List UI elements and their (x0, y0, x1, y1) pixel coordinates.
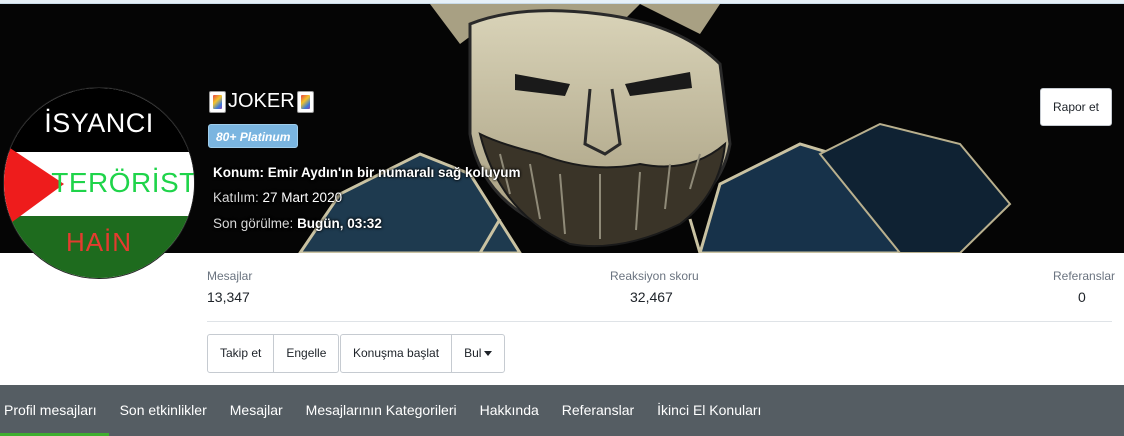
username-text: JOKER (228, 90, 295, 112)
tab-about[interactable]: Hakkında (480, 385, 539, 436)
joined-label: Katılım: (213, 190, 259, 205)
joker-card-icon (209, 90, 226, 113)
conversation-find-group: Konuşma başlat Bul (340, 334, 506, 373)
stat-references-label: Referanslar (1053, 269, 1116, 283)
caret-down-icon (484, 351, 493, 357)
tab-references[interactable]: Referanslar (562, 385, 634, 436)
follow-block-group: Takip et Engelle (207, 334, 340, 373)
last-seen-value: Bugün, 03:32 (297, 216, 382, 231)
joined-value: 27 Mart 2020 (262, 190, 343, 205)
find-dropdown-button[interactable]: Bul (451, 335, 504, 372)
avatar-text-line2: TERÖRİST (51, 167, 195, 198)
stat-references-value[interactable]: 0 (1078, 289, 1086, 305)
find-label: Bul (464, 346, 482, 360)
stat-reaction-label: Reaksiyon skoru (610, 269, 699, 283)
tab-profile-posts[interactable]: Profil mesajları (0, 385, 109, 436)
report-button[interactable]: Rapor et (1040, 88, 1112, 126)
location-label: Konum: (213, 165, 264, 180)
tab-message-categories[interactable]: Mesajlarının Kategorileri (306, 385, 457, 436)
user-title-badge: 80+ Platinum (208, 124, 299, 148)
avatar[interactable]: İSYANCI TERÖRİST HAİN (3, 87, 195, 279)
start-conversation-button[interactable]: Konuşma başlat (341, 335, 451, 372)
username: JOKER (209, 90, 314, 113)
avatar-text-line3: HAİN (65, 227, 133, 257)
tab-latest-activity[interactable]: Son etkinlikler (120, 385, 207, 436)
last-seen-line: Son görülme: Bugün, 03:32 (213, 216, 382, 231)
block-button[interactable]: Engelle (273, 335, 338, 372)
location-line: Konum: Emir Aydın'ın bir numaralı sağ ko… (213, 165, 521, 180)
profile-tabs: Profil mesajları Son etkinlikler Mesajla… (0, 385, 1124, 436)
joined-line: Katılım: 27 Mart 2020 (213, 190, 342, 205)
stats-divider (207, 321, 1112, 322)
stat-reaction-value: 32,467 (630, 289, 673, 305)
follow-button[interactable]: Takip et (208, 335, 273, 372)
stat-messages-label: Mesajlar (207, 269, 253, 283)
stat-messages-value[interactable]: 13,347 (207, 289, 250, 305)
location-value: Emir Aydın'ın bir numaralı sağ koluyum (267, 165, 521, 180)
joker-card-icon (296, 90, 314, 113)
tab-messages[interactable]: Mesajlar (230, 385, 283, 436)
profile-page: İSYANCI TERÖRİST HAİN JOKER 80+ Platinum… (0, 0, 1124, 436)
avatar-text-line1: İSYANCI (44, 108, 154, 138)
tab-second-hand-topics[interactable]: İkinci El Konuları (657, 385, 761, 436)
last-seen-label: Son görülme: (213, 216, 294, 231)
